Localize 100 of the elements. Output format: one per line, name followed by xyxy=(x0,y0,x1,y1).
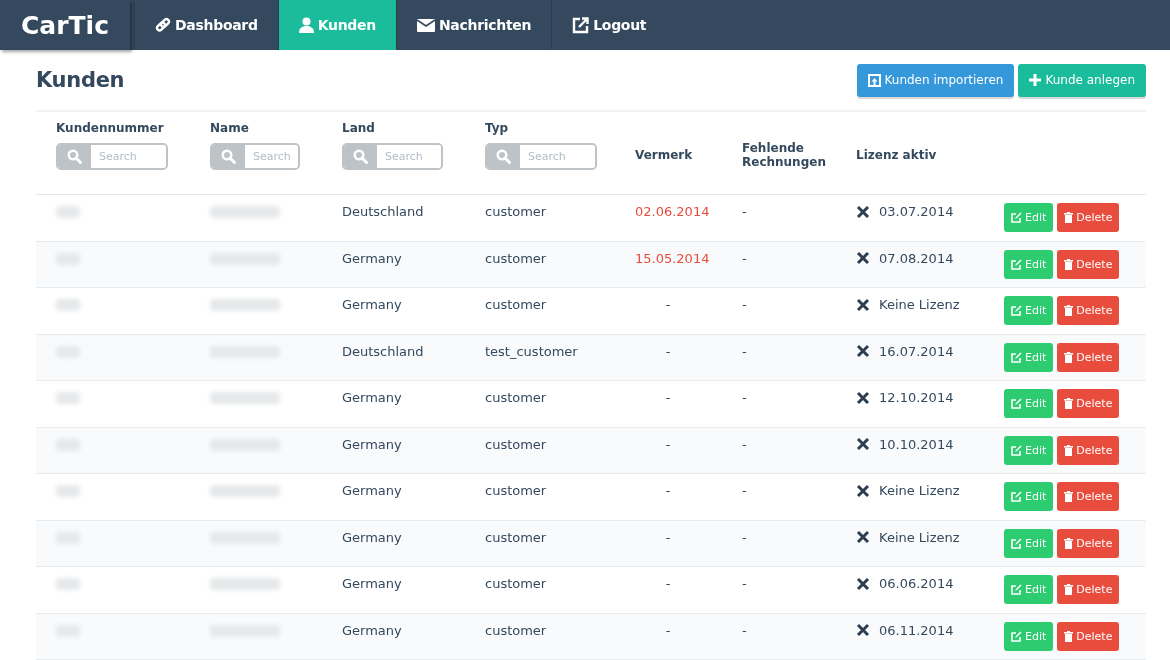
column-header: Typ xyxy=(485,121,510,135)
nav-tab[interactable]: Kunden xyxy=(277,0,396,50)
table-cell: - xyxy=(742,390,747,405)
table-cell: customer xyxy=(485,622,547,638)
edit-button[interactable]: Edit xyxy=(1004,482,1054,511)
edit-button[interactable]: Edit xyxy=(1004,296,1054,325)
table-cell: - xyxy=(742,576,747,591)
trash-icon xyxy=(1064,584,1074,595)
delete-button[interactable]: Delete xyxy=(1057,296,1120,325)
edit-icon xyxy=(1011,444,1022,456)
delete-button[interactable]: Delete xyxy=(1057,482,1120,511)
delete-button[interactable]: Delete xyxy=(1057,342,1120,372)
blurred-text xyxy=(210,206,280,218)
delete-button[interactable]: Delete xyxy=(1057,435,1120,465)
search-field[interactable]: Search xyxy=(485,143,597,170)
column-header: Land xyxy=(342,121,376,135)
table-cell: - xyxy=(742,529,747,545)
table-cell: 16.07.2014 xyxy=(879,343,954,359)
delete-button[interactable]: Delete xyxy=(1057,203,1120,232)
column-header: Kundennummer xyxy=(56,121,165,135)
trash-icon xyxy=(1064,398,1074,409)
external-link-icon xyxy=(572,16,590,34)
delete-button[interactable]: Delete xyxy=(1057,575,1120,604)
edit-button[interactable]: Edit xyxy=(1004,249,1054,279)
table-cell: customer xyxy=(485,250,547,266)
table-cell: 03.07.2014 xyxy=(879,204,954,219)
table-cell: Germany xyxy=(342,297,402,312)
table-cell: 06.11.2014 xyxy=(879,622,954,638)
edit-icon xyxy=(1011,398,1022,409)
blurred-text xyxy=(56,299,80,311)
table-cell: - xyxy=(665,343,671,359)
edit-icon xyxy=(1011,351,1022,363)
search-field[interactable]: Search xyxy=(210,143,300,170)
table-cell: customer xyxy=(485,483,547,498)
edit-button[interactable]: Edit xyxy=(1004,203,1054,232)
trash-icon xyxy=(1064,491,1074,502)
search-field[interactable]: Search xyxy=(56,143,168,170)
import-button[interactable]: Kunden importieren xyxy=(856,63,1015,97)
table-cell: 15.05.2014 xyxy=(635,250,710,266)
edit-button[interactable]: Edit xyxy=(1004,389,1054,418)
table-cell: - xyxy=(742,483,747,498)
table-cell: - xyxy=(665,483,671,498)
edit-button[interactable]: Edit xyxy=(1004,342,1054,372)
table-cell: - xyxy=(665,529,671,545)
table-cell: customer xyxy=(485,436,547,452)
delete-button[interactable]: Delete xyxy=(1057,621,1120,651)
column-header: Vermerk xyxy=(635,147,694,162)
table-cell: customer xyxy=(485,297,547,312)
table-cell: Keine Lizenz xyxy=(879,529,960,545)
table-cell: - xyxy=(742,297,747,312)
table-cell: - xyxy=(665,436,671,452)
trash-icon xyxy=(1064,351,1074,363)
nav-tab[interactable]: Nachrichten xyxy=(395,0,552,50)
blurred-text xyxy=(56,392,80,404)
edit-icon xyxy=(1011,537,1022,549)
table-cell: Keine Lizenz xyxy=(879,297,960,312)
edit-icon xyxy=(1011,630,1022,642)
delete-button[interactable]: Delete xyxy=(1057,249,1120,279)
table-cell: customer xyxy=(485,204,547,219)
page-title: Kunden xyxy=(36,68,125,92)
search-icon xyxy=(221,149,236,164)
nav-tab[interactable]: Logout xyxy=(551,0,667,50)
edit-button[interactable]: Edit xyxy=(1004,435,1054,465)
user-icon xyxy=(298,17,314,33)
edit-button[interactable]: Edit xyxy=(1004,621,1054,651)
table-cell: - xyxy=(665,576,671,591)
delete-button[interactable]: Delete xyxy=(1057,389,1120,418)
table-cell: 10.10.2014 xyxy=(879,436,954,452)
blurred-text xyxy=(210,299,280,311)
blurred-text xyxy=(56,485,80,497)
blurred-text xyxy=(210,485,280,497)
blurred-text xyxy=(210,578,280,590)
trash-icon xyxy=(1064,258,1074,270)
search-icon xyxy=(67,149,82,164)
edit-icon xyxy=(1011,491,1022,502)
table-cell: Germany xyxy=(342,576,402,591)
blurred-text xyxy=(56,578,80,590)
brand-logo[interactable]: CarTic xyxy=(0,0,130,50)
search-icon xyxy=(496,149,511,164)
table-cell: customer xyxy=(485,576,547,591)
blurred-text xyxy=(210,392,280,404)
delete-button[interactable]: Delete xyxy=(1057,528,1120,558)
table-cell: 12.10.2014 xyxy=(879,390,954,405)
table-cell: 02.06.2014 xyxy=(635,204,710,219)
link-icon xyxy=(155,17,171,33)
edit-button[interactable]: Edit xyxy=(1004,528,1054,558)
add-button[interactable]: Kunde anlegen xyxy=(1018,63,1146,97)
plus-icon xyxy=(1029,74,1042,86)
table-cell: Germany xyxy=(342,529,402,545)
table-cell: Germany xyxy=(342,622,402,638)
search-field[interactable]: Search xyxy=(342,143,443,170)
import-icon xyxy=(867,73,881,87)
table-cell: Keine Lizenz xyxy=(879,483,960,498)
search-icon xyxy=(353,149,368,164)
edit-button[interactable]: Edit xyxy=(1004,575,1054,604)
table-cell: - xyxy=(742,250,747,266)
trash-icon xyxy=(1064,444,1074,456)
blurred-text xyxy=(56,206,80,218)
nav-tab[interactable]: Dashboard xyxy=(134,0,278,50)
trash-icon xyxy=(1064,212,1074,223)
